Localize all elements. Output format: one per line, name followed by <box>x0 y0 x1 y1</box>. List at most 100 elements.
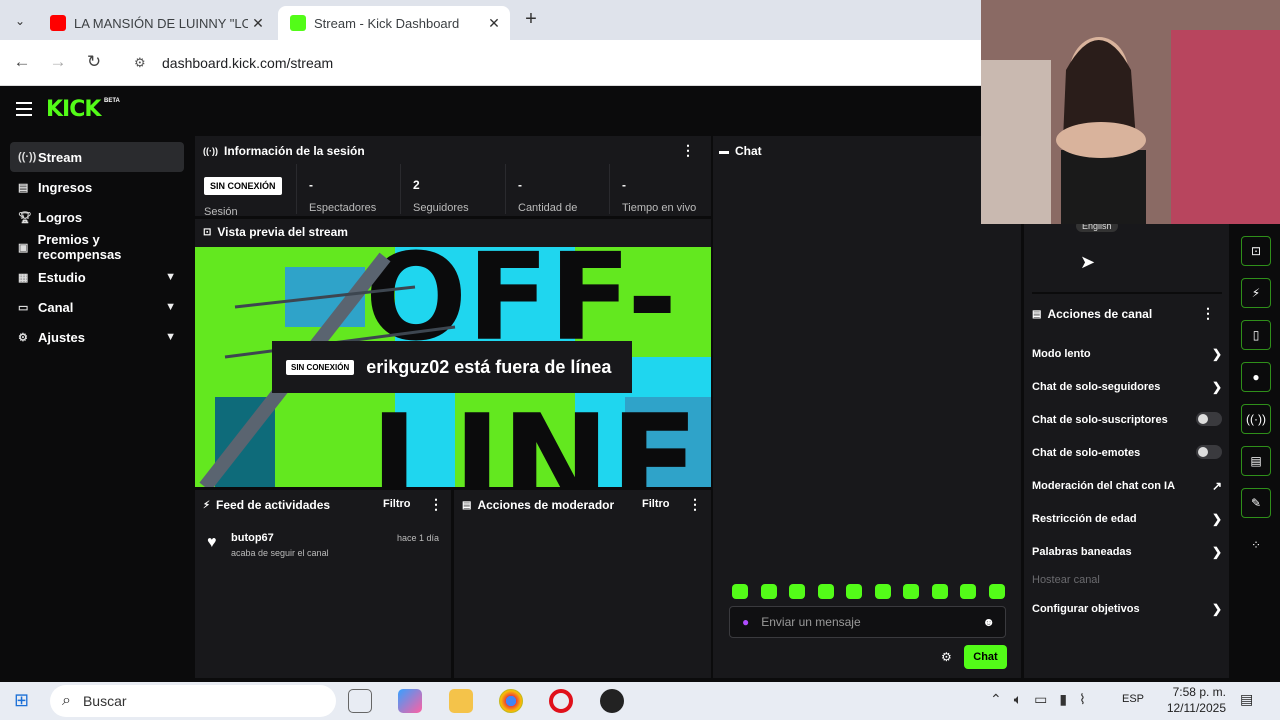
opera-icon[interactable] <box>549 689 573 713</box>
wrench-icon[interactable]: ✎ <box>1241 488 1271 518</box>
list-icon: ▤ <box>462 499 472 511</box>
stat-value: - <box>309 178 313 192</box>
site-info-icon[interactable]: ⚙ <box>134 55 150 71</box>
sidebar-item-logros[interactable]: 🏆︎ Logros <box>10 202 184 232</box>
feed-filter-button[interactable]: Filtro <box>383 498 411 510</box>
monitor-icon: ▭ <box>18 301 29 314</box>
taskbar-clock[interactable]: 7:58 p. m. 12/11/2025 <box>1150 684 1226 716</box>
emote-icon[interactable] <box>875 584 891 599</box>
tab-title: Stream - Kick Dashboard <box>314 15 460 31</box>
webcam-overlay <box>981 0 1280 224</box>
stat-live-time: - Tiempo en vivo <box>609 164 711 214</box>
external-link-icon: ↗ <box>1211 479 1222 493</box>
browser-tab-youtube[interactable]: LA MANSIÓN DE LUINNY "LOS ✕ <box>38 6 274 40</box>
stat-followers: 2 Seguidores <box>400 164 505 214</box>
task-view-icon[interactable] <box>348 689 372 713</box>
mod-filter-button[interactable]: Filtro <box>642 498 670 510</box>
feed-user[interactable]: butop67 <box>231 532 274 544</box>
emote-icon[interactable] <box>903 584 919 599</box>
emote-icon[interactable] <box>818 584 834 599</box>
document-icon[interactable]: ▯ <box>1241 320 1271 350</box>
stat-viewers: - Espectadores <box>296 164 400 214</box>
sidebar-item-label: Estudio <box>38 269 86 285</box>
chrome-icon[interactable] <box>499 689 523 713</box>
stat-label: Tiempo en vivo <box>622 202 697 214</box>
more-options-icon[interactable]: ⋮ <box>681 142 695 159</box>
action-emotes-only: Chat de solo-emotes <box>1032 445 1222 459</box>
sidebar-item-estudio[interactable]: ▦ Estudio ▼ <box>10 262 184 292</box>
trophy-icon: 🏆︎ <box>18 211 32 224</box>
channel-icon[interactable]: ▤ <box>1241 446 1271 476</box>
url-field[interactable]: ⚙ dashboard.kick.com/stream <box>124 47 994 79</box>
chat-settings-icon[interactable]: ⚙ <box>941 650 952 664</box>
action-configure-goals[interactable]: Configurar objetivos ❯ <box>1032 602 1222 616</box>
emotes-only-toggle[interactable] <box>1196 445 1222 459</box>
browser-tab-kick[interactable]: Stream - Kick Dashboard ✕ <box>278 6 510 40</box>
sidebar-item-ajustes[interactable]: ⚙ Ajustes ▼ <box>10 322 184 352</box>
sidebar-item-label: Canal <box>38 299 74 315</box>
more-options-icon[interactable]: ⋮ <box>429 496 443 513</box>
back-icon[interactable]: ← <box>10 52 34 74</box>
action-age-restriction[interactable]: Restricción de edad ❯ <box>1032 512 1222 526</box>
action-label: Modo lento <box>1032 348 1091 360</box>
offline-message: erikguz02 está fuera de línea <box>366 356 612 377</box>
hamburger-menu-icon[interactable] <box>16 102 32 116</box>
broadcast-icon[interactable]: ((·)) <box>1241 404 1271 434</box>
forward-icon[interactable]: → <box>46 52 70 74</box>
emote-icon[interactable] <box>761 584 777 599</box>
stat-label: Cantidad de <box>518 202 578 214</box>
screen-capture-icon[interactable]: ⊡ <box>1241 236 1271 266</box>
reload-icon[interactable]: ↻ <box>82 52 106 74</box>
obs-icon[interactable] <box>600 689 624 713</box>
emoji-icon[interactable]: ☻ <box>982 615 995 629</box>
stat-amount: - Cantidad de <box>505 164 609 214</box>
svg-text:LINE: LINE <box>370 386 699 487</box>
sidebar-item-premios[interactable]: ▣ Premios y recompensas <box>10 232 184 262</box>
action-ai-moderation[interactable]: Moderación del chat con IA ↗ <box>1032 479 1222 493</box>
sidebar-item-stream[interactable]: ((·)) Stream <box>10 142 184 172</box>
windows-start-icon[interactable]: ⊞ <box>14 690 29 711</box>
sidebar-item-ingresos[interactable]: ▤ Ingresos <box>10 172 184 202</box>
file-explorer-icon[interactable] <box>449 689 473 713</box>
sidebar-item-canal[interactable]: ▭ Canal ▼ <box>10 292 184 322</box>
copilot-icon[interactable] <box>398 689 422 713</box>
more-options-icon[interactable]: ⋮ <box>1201 305 1215 322</box>
close-tab-icon[interactable]: ✕ <box>248 15 268 32</box>
kick-logo[interactable]: KICK <box>46 97 101 122</box>
grid-icon: ▦ <box>18 271 29 284</box>
subscribers-only-toggle[interactable] <box>1196 412 1222 426</box>
system-tray-icons[interactable]: ⌃🔈︎▭▮⌇ <box>990 691 1098 708</box>
sidebar-item-label: Stream <box>38 149 83 165</box>
new-tab-button[interactable]: + <box>520 9 542 31</box>
close-tab-icon[interactable]: ✕ <box>484 15 504 32</box>
taskbar-search[interactable]: ⌕ Buscar <box>50 685 336 717</box>
chevron-right-icon: ❯ <box>1211 602 1222 616</box>
feed-time: hace 1 día <box>397 533 440 543</box>
search-placeholder: Buscar <box>82 693 127 709</box>
action-slow-mode[interactable]: Modo lento ❯ <box>1032 347 1222 361</box>
chat-send-button[interactable]: Chat <box>964 645 1007 669</box>
panel-header: ▤ Acciones de moderador <box>462 498 614 512</box>
emote-icon[interactable] <box>789 584 805 599</box>
emote-icon[interactable] <box>960 584 976 599</box>
emote-icon[interactable] <box>846 584 862 599</box>
emote-icon[interactable] <box>932 584 948 599</box>
language-indicator[interactable]: ESP <box>1122 693 1144 705</box>
emote-icon[interactable] <box>989 584 1005 599</box>
bolt-icon[interactable]: ⚡︎ <box>1241 278 1271 308</box>
chat-message-input[interactable]: ● Enviar un mensaje ☻ <box>729 606 1006 638</box>
microphone-icon[interactable]: ● <box>742 615 749 629</box>
chat-input-placeholder: Enviar un mensaje <box>761 615 861 629</box>
action-followers-only[interactable]: Chat de solo-seguidores ❯ <box>1032 380 1222 394</box>
tab-search-chevron-icon[interactable]: ⌄ <box>8 9 32 33</box>
more-dots-icon[interactable]: ⁘ <box>1241 530 1271 560</box>
more-options-icon[interactable]: ⋮ <box>688 496 702 513</box>
notification-icon[interactable]: ▤ <box>1240 691 1253 708</box>
action-label: Chat de solo-seguidores <box>1032 381 1161 393</box>
emote-icon[interactable] <box>732 584 748 599</box>
chat-users-area: English ➤ <box>1032 220 1222 294</box>
right-icon-rail: ⊡ ⚡︎ ▯ ● ((·)) ▤ ✎ ⁘ <box>1232 222 1280 678</box>
action-host-channel: Hostear canal <box>1032 574 1222 586</box>
chat-bubble-icon[interactable]: ● <box>1241 362 1271 392</box>
action-banned-words[interactable]: Palabras baneadas ❯ <box>1032 545 1222 559</box>
